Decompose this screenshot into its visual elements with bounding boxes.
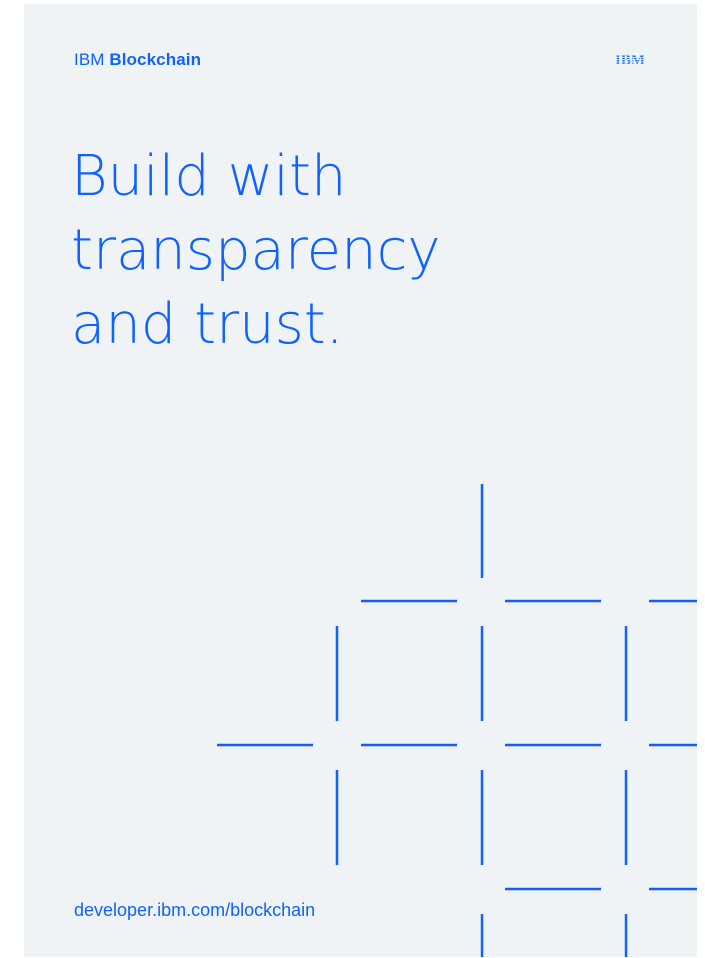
grid-pattern-icon xyxy=(217,484,697,957)
footer-url: developer.ibm.com/blockchain xyxy=(74,900,316,920)
poster: IBM Blockchain IBM Build with transparen… xyxy=(24,4,697,957)
